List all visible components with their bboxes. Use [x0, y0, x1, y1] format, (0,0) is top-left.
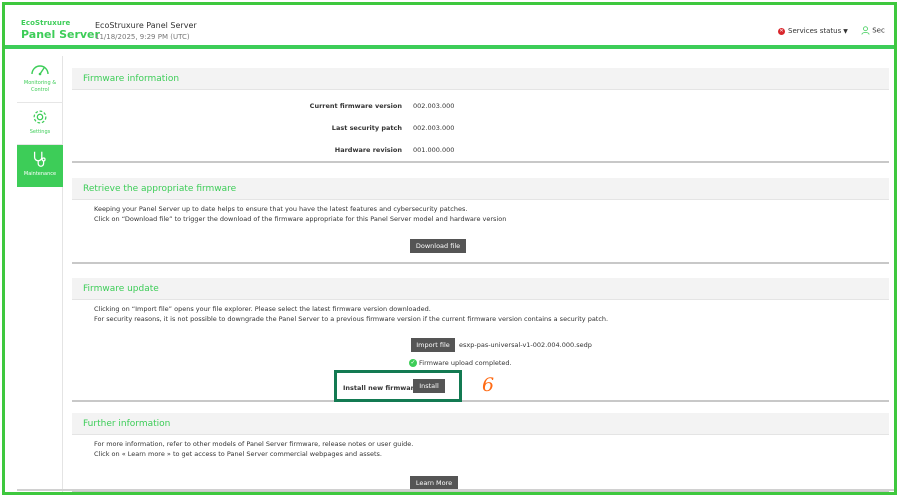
- install-highlight-box: Install new firmware Install: [334, 370, 462, 402]
- install-button[interactable]: Install: [413, 379, 445, 393]
- upload-status: ✓ Firmware upload completed.: [409, 359, 512, 367]
- check-circle-icon: ✓: [409, 359, 417, 367]
- update-text-1: Clicking on “Import file” opens your fil…: [94, 305, 431, 313]
- security-patch-label: Last security patch: [331, 124, 402, 132]
- update-text-2: For security reasons, it is not possible…: [94, 315, 609, 323]
- retrieve-firmware-title: Retrieve the appropriate firmware: [72, 178, 889, 200]
- retrieve-text-1: Keeping your Panel Server up to date hel…: [94, 205, 468, 213]
- hardware-revision-label: Hardware revision: [334, 146, 402, 154]
- logo-small-text: EcoStruxure: [21, 19, 71, 27]
- firmware-info-section: Firmware information Current firmware ve…: [72, 68, 889, 163]
- sidebar-nav: Monitoring & Control Settings Maintenanc…: [17, 56, 63, 492]
- retrieve-text-2: Click on “Download file” to trigger the …: [94, 215, 507, 223]
- user-icon: [861, 26, 870, 35]
- further-info-section: Further information For more information…: [72, 413, 889, 492]
- learn-more-button[interactable]: Learn More: [410, 476, 458, 490]
- sidebar-item-label: Settings: [29, 129, 51, 135]
- further-text-1: For more information, refer to other mod…: [94, 440, 414, 448]
- error-status-icon: ✕: [778, 27, 785, 35]
- security-patch-value: 002.003.000: [413, 124, 455, 132]
- top-header: EcoStruxure Panel Server EcoStruxure Pan…: [5, 5, 894, 49]
- services-status-dropdown[interactable]: ✕ Services status ▼: [778, 27, 848, 35]
- logo-big-text: Panel Server: [21, 28, 100, 41]
- user-label: Sec: [872, 26, 885, 35]
- user-menu[interactable]: Sec: [861, 26, 885, 35]
- gauge-icon: [31, 65, 49, 76]
- download-file-button[interactable]: Download file: [410, 239, 466, 253]
- firmware-update-section: Firmware update Clicking on “Import file…: [72, 278, 889, 402]
- gear-icon: [33, 110, 47, 124]
- bottom-divider: [17, 489, 894, 491]
- firmware-update-title: Firmware update: [72, 278, 889, 300]
- install-new-firmware-label: Install new firmware: [343, 384, 419, 392]
- further-info-title: Further information: [72, 413, 889, 435]
- sidebar-item-monitoring[interactable]: Monitoring & Control: [17, 61, 63, 101]
- hardware-revision-value: 001.000.000: [413, 146, 455, 154]
- upload-status-text: Firmware upload completed.: [419, 359, 512, 367]
- sidebar-item-maintenance[interactable]: Maintenance: [17, 145, 63, 187]
- selected-filename: esxp-pas-universal-v1-002.004.000.sedp: [459, 341, 592, 349]
- sidebar-item-label: Maintenance: [23, 171, 57, 177]
- firmware-info-title: Firmware information: [72, 68, 889, 90]
- screenshot-frame: EcoStruxure Panel Server EcoStruxure Pan…: [2, 2, 897, 495]
- sidebar-divider: [17, 102, 63, 103]
- step-annotation: 6: [482, 374, 495, 396]
- caret-down-icon: ▼: [843, 28, 848, 35]
- main-content: Firmware information Current firmware ve…: [72, 63, 889, 492]
- further-text-2: Click on « Learn more » to get access to…: [94, 450, 382, 458]
- app-date: 11/18/2025, 9:29 PM (UTC): [95, 33, 190, 41]
- brand-logo[interactable]: EcoStruxure Panel Server: [21, 19, 100, 41]
- import-file-button[interactable]: Import file: [411, 338, 455, 352]
- services-status-label: Services status: [788, 27, 842, 35]
- stethoscope-icon: [33, 151, 46, 167]
- current-firmware-label: Current firmware version: [309, 102, 402, 110]
- retrieve-firmware-section: Retrieve the appropriate firmware Keepin…: [72, 178, 889, 264]
- sidebar-item-settings[interactable]: Settings: [17, 106, 63, 144]
- current-firmware-value: 002.003.000: [413, 102, 455, 110]
- sidebar-item-label: Monitoring & Control: [23, 80, 57, 93]
- app-title: EcoStruxure Panel Server: [95, 21, 197, 30]
